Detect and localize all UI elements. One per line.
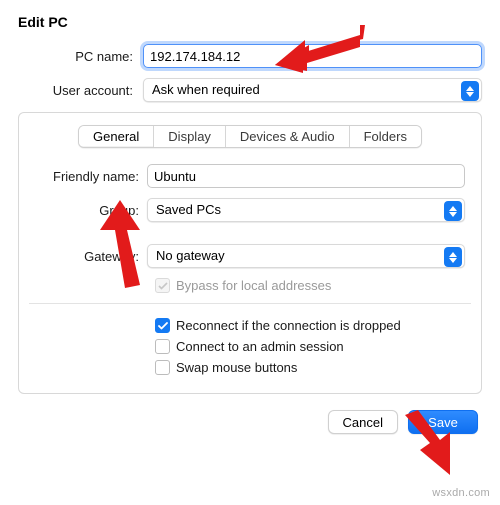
admin-checkbox[interactable] [155,339,170,354]
friendly-name-input[interactable] [147,164,465,188]
user-account-label: User account: [18,83,143,98]
reconnect-label: Reconnect if the connection is dropped [176,318,401,333]
edit-pc-dialog: Edit PC PC name: User account: Ask when … [0,0,500,444]
swap-label: Swap mouse buttons [176,360,297,375]
swap-checkbox[interactable] [155,360,170,375]
bypass-label: Bypass for local addresses [176,278,331,293]
tab-devices-audio[interactable]: Devices & Audio [226,126,350,147]
settings-panel: General Display Devices & Audio Folders … [18,112,482,394]
tab-bar: General Display Devices & Audio Folders [29,125,471,148]
tab-display[interactable]: Display [154,126,226,147]
admin-label: Connect to an admin session [176,339,344,354]
gateway-value: No gateway [156,248,225,263]
save-button[interactable]: Save [408,410,478,434]
chevron-up-down-icon [444,201,462,221]
friendly-name-label: Friendly name: [29,169,147,184]
gateway-label: Gateway: [29,249,147,264]
dialog-title: Edit PC [18,14,482,30]
group-select[interactable]: Saved PCs [147,198,465,222]
group-label: Group: [29,203,147,218]
group-value: Saved PCs [156,202,221,217]
bypass-checkbox [155,278,170,293]
button-bar: Cancel Save [18,410,482,434]
cancel-button[interactable]: Cancel [328,410,398,434]
divider [29,303,471,304]
user-account-value: Ask when required [152,82,260,97]
gateway-select[interactable]: No gateway [147,244,465,268]
reconnect-checkbox[interactable] [155,318,170,333]
chevron-up-down-icon [461,81,479,101]
watermark: wsxdn.com [432,487,490,499]
user-account-select[interactable]: Ask when required [143,78,482,102]
pc-name-label: PC name: [18,49,143,64]
tab-general[interactable]: General [79,126,154,147]
tab-folders[interactable]: Folders [350,126,421,147]
pc-name-input[interactable] [143,44,482,68]
chevron-up-down-icon [444,247,462,267]
